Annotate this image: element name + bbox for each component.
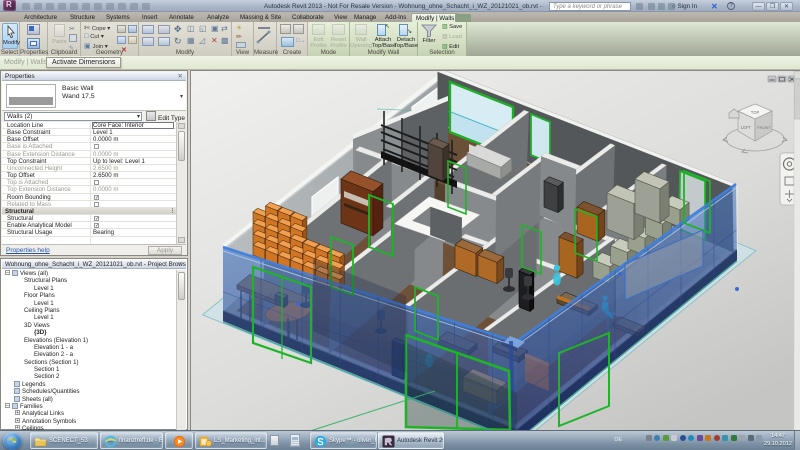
- svg-text:TOP: TOP: [751, 110, 760, 115]
- svg-text:LEFT: LEFT: [741, 125, 752, 130]
- svg-text:FRONT: FRONT: [757, 125, 771, 130]
